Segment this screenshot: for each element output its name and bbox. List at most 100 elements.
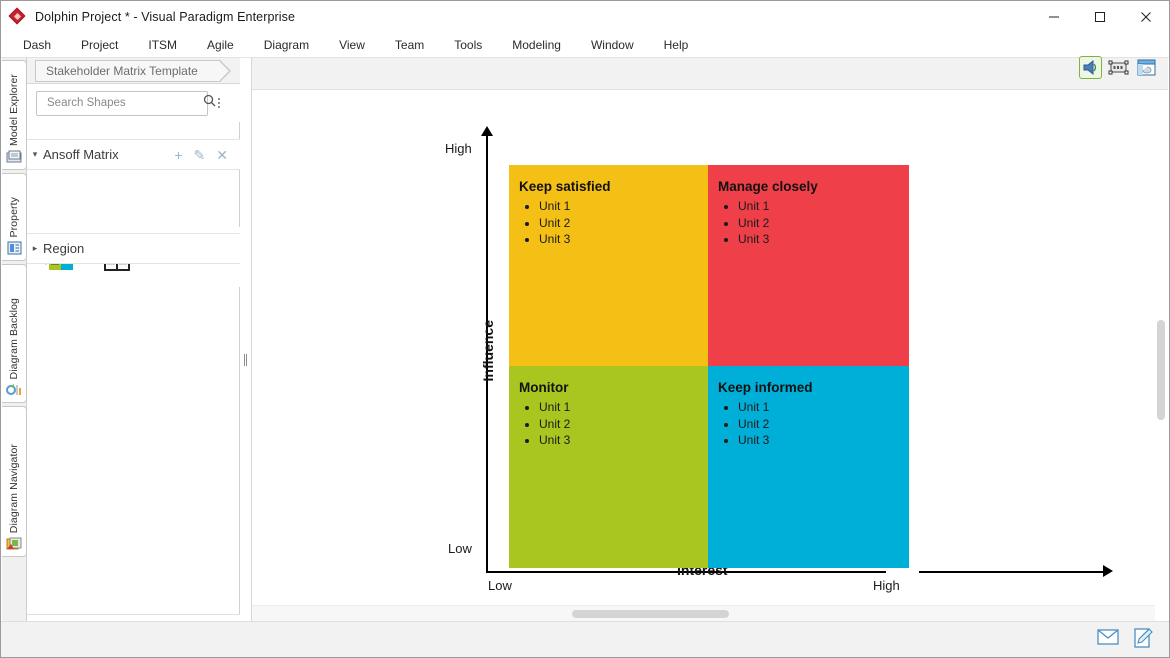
quadrant-manage-closely[interactable]: Manage closely Unit 1 Unit 2 Unit 3 [708,165,909,366]
menu-item-tools[interactable]: Tools [444,34,492,56]
shape-group-ansoff-matrix[interactable]: ▾ Ansoff Matrix + ✎ ✕ [27,139,240,170]
y-axis-high-label: High [445,141,472,156]
list-item: Unit 1 [539,198,708,215]
menu-item-window[interactable]: Window [581,34,644,56]
announcement-icon[interactable] [1079,56,1102,79]
title-bar: Dolphin Project * - Visual Paradigm Ente… [1,1,1169,32]
note-edit-icon[interactable] [1133,628,1155,648]
list-item: Unit 2 [539,215,708,232]
mail-icon[interactable] [1097,628,1119,648]
diagram-editor: Web Editing Experience Auto save: On Hig… [252,58,1168,621]
window-title: Dolphin Project * - Visual Paradigm Ente… [35,10,295,24]
left-tab-rail: Model Explorer Property [2,58,27,658]
quadrant-monitor[interactable]: Monitor Unit 1 Unit 2 Unit 3 [509,366,708,568]
y-axis-title: Influence [480,320,496,381]
menu-item-modeling[interactable]: Modeling [502,34,571,56]
editor-toolbar: Web Editing Experience Auto save: On [252,58,1168,89]
diagram-navigator-icon [6,536,23,552]
shape-group-ansoff-matrix-label: Ansoff Matrix [43,147,119,162]
close-icon[interactable] [1123,1,1169,32]
shape-group-actions: + ✎ ✕ [174,148,240,162]
maximize-icon[interactable] [1077,1,1123,32]
editor-toolbar-icons [1079,56,1158,79]
diagram-canvas[interactable]: High Low Influence Interest Low High Kee… [252,89,1168,621]
chevron-down-icon[interactable]: ▾ [27,149,43,160]
list-item: Unit 3 [738,231,909,248]
sidebar-tab-diagram-navigator[interactable]: Diagram Navigator [2,406,27,557]
x-axis-high-label: High [873,578,900,593]
quadrant-monitor-list: Unit 1 Unit 2 Unit 3 [519,399,708,449]
influence-axis-arrow-icon [481,126,493,136]
list-item: Unit 2 [539,416,708,433]
document-tab[interactable]: Stakeholder Matrix Template [35,60,221,82]
delete-shape-icon[interactable]: ✕ [216,148,228,162]
search-input[interactable] [45,96,203,110]
menu-item-team[interactable]: Team [385,34,434,56]
canvas-vertical-scrollbar[interactable] [1154,122,1167,588]
menu-bar: Dash Project ITSM Agile Diagram View Tea… [1,32,1169,58]
quadrant-keep-satisfied-title: Keep satisfied [519,179,708,194]
interest-axis-line-right [919,571,1106,573]
list-item: Unit 3 [738,432,909,449]
horizontal-scroll-thumb[interactable] [572,610,729,618]
search-row [27,84,240,122]
quadrant-keep-satisfied[interactable]: Keep satisfied Unit 1 Unit 2 Unit 3 [509,165,708,366]
list-item: Unit 3 [539,432,708,449]
edit-shape-icon[interactable]: ✎ [194,148,206,162]
model-explorer-icon [6,149,23,165]
splitter-grip-icon[interactable] [244,354,248,366]
stakeholder-matrix[interactable]: Keep satisfied Unit 1 Unit 2 Unit 3 Mana… [509,165,909,568]
list-item: Unit 1 [738,198,909,215]
menu-item-itsm[interactable]: ITSM [138,34,187,56]
document-tab-strip: Stakeholder Matrix Template [27,58,240,84]
menu-item-help[interactable]: Help [654,34,699,56]
sidebar-tab-diagram-backlog-label: Diagram Backlog [8,298,20,379]
sidebar-tab-diagram-backlog[interactable]: Diagram Backlog [2,264,27,403]
x-axis-low-label: Low [488,578,512,593]
search-shapes-box[interactable] [36,91,208,116]
sidebar-tab-property[interactable]: Property [2,173,27,261]
status-bar-icons [1097,628,1155,648]
menu-item-dash[interactable]: Dash [13,34,61,56]
window-controls [1031,1,1169,32]
chevron-right-icon[interactable]: ▸ [27,243,43,254]
status-bar-left-area [1,622,252,657]
shape-group-region-label: Region [43,241,84,256]
menu-item-view[interactable]: View [329,34,375,56]
menu-item-project[interactable]: Project [71,34,128,56]
shapes-panel: Stakeholder Matrix Template ▾ Ansoff Mat… [27,58,240,658]
shape-group-region[interactable]: ▸ Region [27,233,240,264]
kebab-menu-icon[interactable] [211,92,227,114]
interest-axis-arrow-icon [1103,565,1113,577]
menu-item-diagram[interactable]: Diagram [254,34,319,56]
quadrant-keep-satisfied-list: Unit 1 Unit 2 Unit 3 [519,198,708,248]
minimize-icon[interactable] [1031,1,1077,32]
y-axis-low-label: Low [448,541,472,556]
property-icon [6,240,23,256]
sidebar-tab-property-label: Property [8,197,20,237]
canvas-horizontal-scrollbar[interactable] [252,605,1155,621]
status-bar [1,621,1169,657]
quadrant-manage-closely-list: Unit 1 Unit 2 Unit 3 [718,198,909,248]
list-item: Unit 1 [539,399,708,416]
diagram-backlog-icon [6,382,23,398]
diamond-logo-icon [10,9,26,25]
panel-splitter[interactable] [240,58,252,658]
list-item: Unit 2 [738,416,909,433]
sidebar-tab-diagram-navigator-label: Diagram Navigator [8,444,20,533]
application-window: Dolphin Project * - Visual Paradigm Ente… [0,0,1170,658]
sidebar-tab-model-explorer[interactable]: Model Explorer [2,60,27,170]
quadrant-monitor-title: Monitor [519,380,708,395]
vertical-scroll-thumb[interactable] [1157,320,1165,420]
quadrant-manage-closely-title: Manage closely [718,179,909,194]
list-item: Unit 1 [738,399,909,416]
list-item: Unit 3 [539,231,708,248]
sidebar-tab-model-explorer-label: Model Explorer [8,74,20,146]
menu-item-agile[interactable]: Agile [197,34,244,56]
quadrant-keep-informed-title: Keep informed [718,380,909,395]
layers-icon[interactable] [1135,56,1158,79]
quadrant-keep-informed[interactable]: Keep informed Unit 1 Unit 2 Unit 3 [708,366,909,568]
add-shape-icon[interactable]: + [174,148,182,162]
fit-selection-icon[interactable] [1107,56,1130,79]
quadrant-keep-informed-list: Unit 1 Unit 2 Unit 3 [718,399,909,449]
